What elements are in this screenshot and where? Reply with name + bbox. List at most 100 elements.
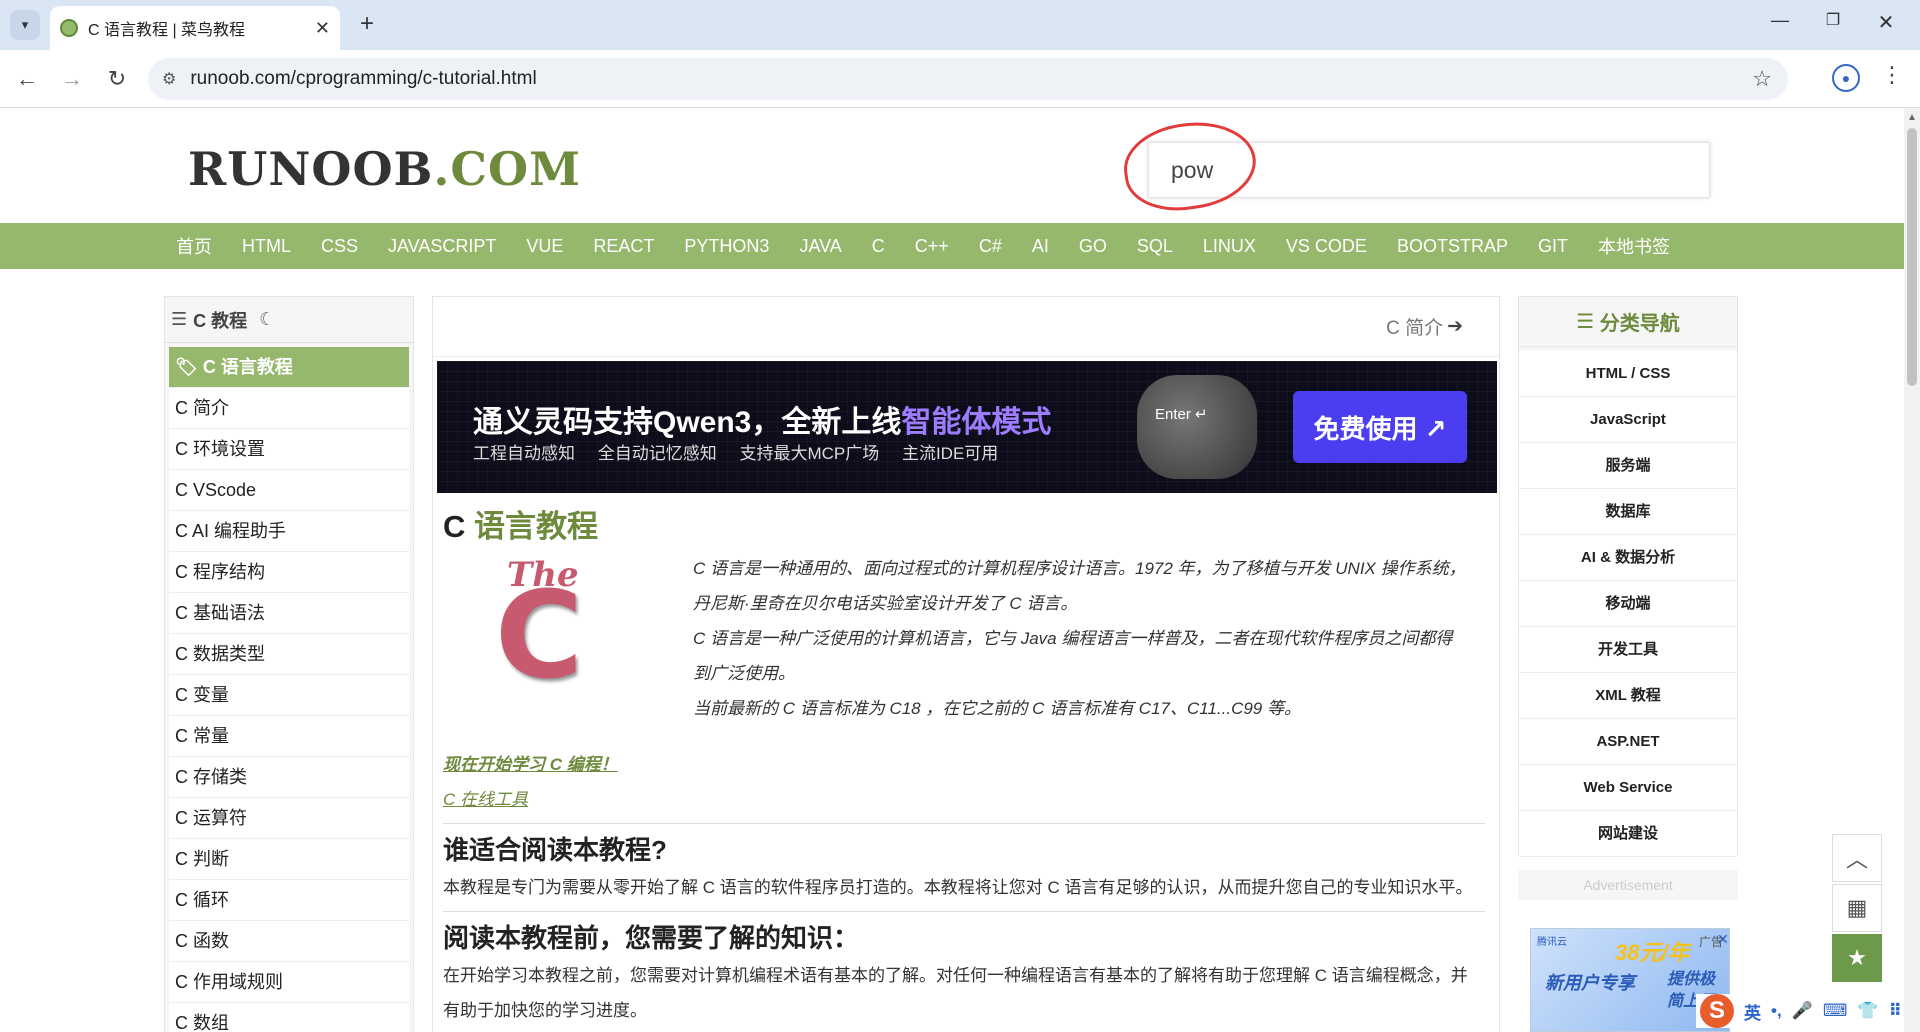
menu-item[interactable]: C# <box>979 236 1002 257</box>
sidebar-header: ☰ C 教程 ☾ <box>165 297 413 343</box>
advertisement-label: Advertisement <box>1518 870 1738 900</box>
category-item[interactable]: 数据库 <box>1519 489 1737 535</box>
forward-arrow-icon[interactable]: → <box>55 62 89 96</box>
favorite-star-icon[interactable]: ★ <box>1832 934 1882 982</box>
reload-icon[interactable]: ↻ <box>100 62 134 96</box>
sidebar-item[interactable]: C 环境设置 <box>169 429 409 470</box>
site-logo[interactable]: RUNOOB.COM <box>188 142 581 196</box>
section2-text: 在开始学习本教程之前，您需要对计算机编程术语有基本的了解。对任何一种编程语言有基… <box>443 966 1468 1020</box>
menu-item[interactable]: C++ <box>915 236 949 257</box>
qr-code-icon[interactable]: ▦ <box>1832 884 1882 932</box>
category-item[interactable]: 移动端 <box>1519 581 1737 627</box>
url-text[interactable]: runoob.com/cprogramming/c-tutorial.html <box>190 68 1752 90</box>
menu-item[interactable]: JAVA <box>799 236 841 257</box>
banner-subtitle: 工程自动感知 全自动记忆感知 支持最大MCP广场 主流IDE可用 <box>473 444 999 463</box>
tab-search-chevron-icon[interactable]: ▾ <box>10 10 40 40</box>
sidebar-item-active[interactable]: 🏷 C 语言教程 <box>169 347 409 388</box>
menu-item[interactable]: BOOTSTRAP <box>1397 236 1508 257</box>
sidebar-item[interactable]: C VScode <box>169 470 409 511</box>
menu-item[interactable]: C <box>872 236 885 257</box>
menu-item[interactable]: VUE <box>526 236 563 257</box>
ime-punctuation-icon[interactable]: •, <box>1771 1001 1782 1021</box>
category-item[interactable]: XML 教程 <box>1519 673 1737 719</box>
sidebar-item[interactable]: C 数据类型 <box>169 634 409 675</box>
ad-close-icon[interactable]: ✕ <box>1717 931 1729 948</box>
sidebar-item[interactable]: C 简介 <box>169 388 409 429</box>
new-tab-plus-icon[interactable]: + <box>352 10 382 40</box>
banner-title-prefix: 通义灵码支持Qwen3，全新上线 <box>473 406 902 439</box>
profile-avatar-icon[interactable]: ● <box>1832 64 1860 92</box>
article: C 语言教程 The C C 语言是一种通用的、面向过程式的计算机程序设计语言。… <box>443 501 1493 1028</box>
category-item[interactable]: 服务端 <box>1519 443 1737 489</box>
back-to-top-chevron-icon[interactable]: ︿ <box>1832 834 1882 882</box>
sidebar-item[interactable]: C 运算符 <box>169 798 409 839</box>
ime-toolbox-icon[interactable]: ⠿ <box>1889 1001 1902 1021</box>
sidebar-item[interactable]: C 函数 <box>169 921 409 962</box>
ad-banner[interactable]: 通义灵码支持Qwen3，全新上线智能体模式 工程自动感知 全自动记忆感知 支持最… <box>437 361 1497 493</box>
start-learning-link[interactable]: 现在开始学习 C 编程！ <box>443 747 1493 782</box>
category-item[interactable]: 开发工具 <box>1519 627 1737 673</box>
address-bar[interactable]: ⚙ runoob.com/cprogramming/c-tutorial.htm… <box>148 58 1788 100</box>
scroll-thumb[interactable] <box>1907 128 1917 386</box>
category-item[interactable]: 网站建设 <box>1519 811 1737 857</box>
menu-item[interactable]: REACT <box>593 236 654 257</box>
sidebar-item[interactable]: C 数组 <box>169 1003 409 1032</box>
sidebar-item[interactable]: C 程序结构 <box>169 552 409 593</box>
category-item[interactable]: HTML / CSS <box>1519 351 1737 397</box>
menu-item[interactable]: JAVASCRIPT <box>388 236 496 257</box>
site-info-icon[interactable]: ⚙ <box>162 69 176 89</box>
browser-tab[interactable]: C 语言教程 | 菜鸟教程 ✕ <box>50 6 340 50</box>
ime-microphone-icon[interactable]: 🎤 <box>1792 1001 1813 1021</box>
banner-title-highlight: 智能体模式 <box>901 406 1052 439</box>
bookmark-star-icon[interactable]: ☆ <box>1752 66 1772 92</box>
ime-language-toggle[interactable]: 英 <box>1744 999 1761 1024</box>
menu-item[interactable]: HTML <box>242 236 291 257</box>
category-list: HTML / CSS JavaScript 服务端 数据库 AI & 数据分析 移动端 开发… <box>1519 351 1737 857</box>
window-close-icon[interactable]: ✕ <box>1866 10 1906 35</box>
category-item[interactable]: ASP.NET <box>1519 719 1737 765</box>
top-menu: 首页 HTML CSS JAVASCRIPT VUE REACT PYTHON3 JAVA C C… <box>0 223 1904 269</box>
sidebar-item[interactable]: C 循环 <box>169 880 409 921</box>
category-nav-header: ☰ 分类导航 <box>1519 297 1737 347</box>
menu-item[interactable]: 首页 <box>176 233 212 259</box>
divider <box>443 911 1485 912</box>
scroll-up-arrow-icon[interactable]: ▲ <box>1904 112 1920 123</box>
page-scrollbar[interactable]: ▲ <box>1904 108 1920 1032</box>
window-minimize-icon[interactable]: — <box>1760 10 1800 31</box>
category-item[interactable]: Web Service <box>1519 765 1737 811</box>
menu-item[interactable]: PYTHON3 <box>684 236 769 257</box>
ime-skin-icon[interactable]: 👕 <box>1857 1001 1878 1021</box>
next-page-link[interactable]: C 简介 <box>1386 313 1443 340</box>
back-arrow-icon[interactable]: ← <box>10 62 44 96</box>
menu-item[interactable]: GIT <box>1538 236 1568 257</box>
category-item[interactable]: JavaScript <box>1519 397 1737 443</box>
menu-item[interactable]: VS CODE <box>1286 236 1367 257</box>
menu-item[interactable]: GO <box>1079 236 1107 257</box>
arrow-right-icon[interactable]: ➔ <box>1447 315 1463 338</box>
sidebar-item[interactable]: C 基础语法 <box>169 593 409 634</box>
sogou-ime-logo-icon[interactable]: S <box>1700 994 1734 1028</box>
intro-line: 丹尼斯·里奇在贝尔电话实验室设计开发了 C 语言。 <box>693 594 1078 613</box>
sidebar-item[interactable]: C 作用域规则 <box>169 962 409 1003</box>
window-restore-icon[interactable]: ❐ <box>1813 10 1853 30</box>
menu-item[interactable]: CSS <box>321 236 358 257</box>
ime-keyboard-icon[interactable]: ⌨ <box>1823 1001 1848 1021</box>
banner-cta-button[interactable]: 免费使用 ↗ <box>1293 391 1467 463</box>
list-icon: ☰ <box>171 309 188 329</box>
sidebar-item[interactable]: C AI 编程助手 <box>169 511 409 552</box>
online-tool-link[interactable]: C 在线工具 <box>443 782 1493 817</box>
dark-mode-moon-icon[interactable]: ☾ <box>259 309 275 330</box>
sidebar-item[interactable]: C 存储类 <box>169 757 409 798</box>
menu-item[interactable]: AI <box>1032 236 1049 257</box>
menu-item[interactable]: 本地书签 <box>1598 233 1670 259</box>
web-page: RUNOOB.COM 首页 HTML CSS JAVASCRIPT VUE REACT PY… <box>0 108 1904 1032</box>
sidebar-item[interactable]: C 常量 <box>169 716 409 757</box>
tab-close-icon[interactable]: ✕ <box>315 18 330 39</box>
tab-strip: ▾ C 语言教程 | 菜鸟教程 ✕ + — ❐ ✕ <box>0 0 1920 50</box>
browser-menu-kebab-icon[interactable]: ⋮ <box>1880 62 1904 88</box>
category-item[interactable]: AI & 数据分析 <box>1519 535 1737 581</box>
sidebar-item[interactable]: C 变量 <box>169 675 409 716</box>
menu-item[interactable]: LINUX <box>1203 236 1256 257</box>
menu-item[interactable]: SQL <box>1137 236 1173 257</box>
sidebar-item[interactable]: C 判断 <box>169 839 409 880</box>
